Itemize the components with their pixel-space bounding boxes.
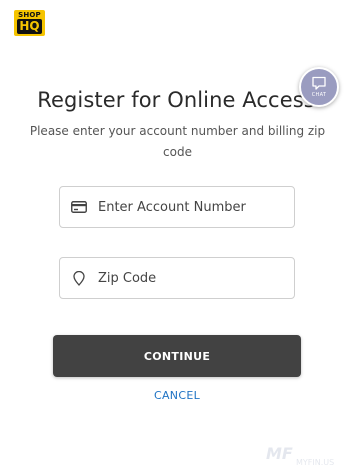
logo-shop-text: SHOP <box>18 11 41 19</box>
shophq-logo[interactable]: SHOP HQ <box>14 10 45 36</box>
page-title: Register for Online Access <box>37 88 315 112</box>
account-number-input[interactable] <box>98 199 288 215</box>
watermark: MF MYFIN.US <box>266 444 344 470</box>
chat-bubble-icon <box>312 76 326 90</box>
cancel-link[interactable]: CANCEL <box>0 389 347 402</box>
watermark-text: MYFIN.US <box>296 458 335 467</box>
account-number-field[interactable] <box>59 186 295 228</box>
chat-button[interactable]: CHAT <box>299 67 339 107</box>
continue-button[interactable]: CONTINUE <box>53 335 301 377</box>
zip-code-input[interactable] <box>98 270 288 286</box>
watermark-mark: MF <box>266 444 293 463</box>
chat-label: CHAT <box>311 92 327 98</box>
credit-card-icon <box>70 201 88 213</box>
location-pin-icon <box>70 270 88 286</box>
page-subtitle: Please enter your account number and bil… <box>29 124 326 159</box>
zip-code-field[interactable] <box>59 257 295 299</box>
logo-hq-text: HQ <box>17 19 42 34</box>
